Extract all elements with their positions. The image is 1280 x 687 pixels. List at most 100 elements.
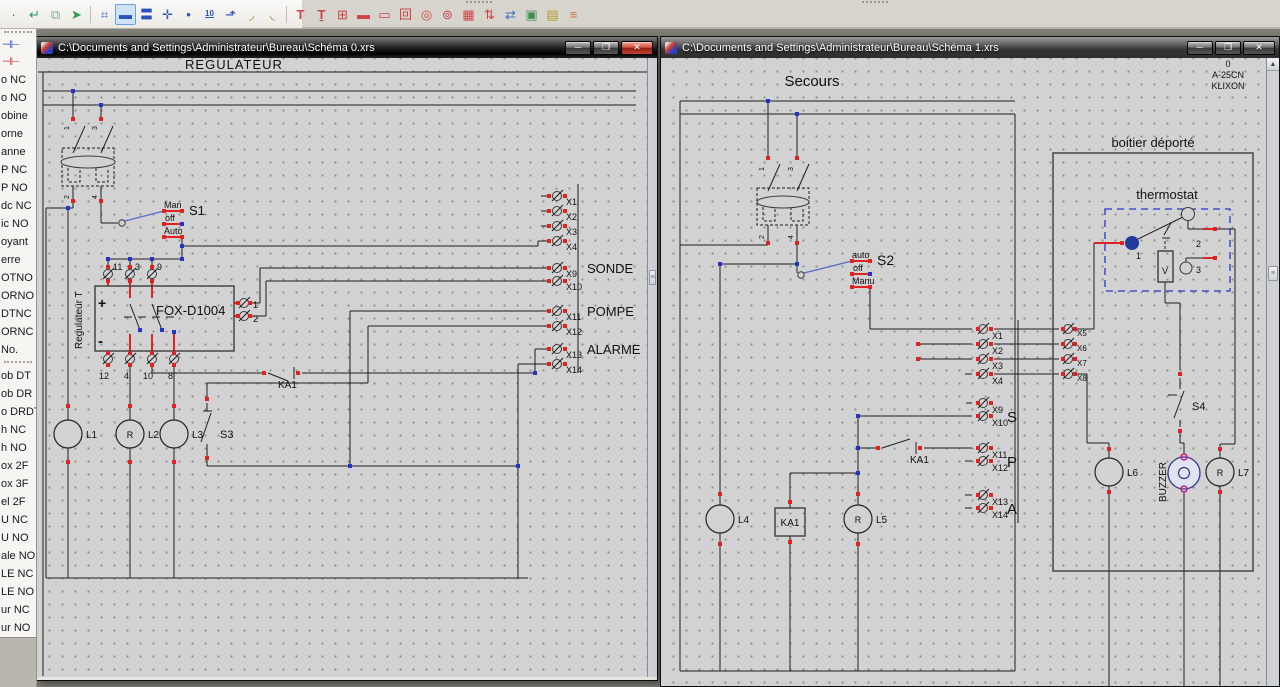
palette-item[interactable]: ob DR	[0, 385, 36, 403]
bar-tool-icon[interactable]: ▬	[353, 4, 374, 25]
circle-tool-icon[interactable]: ◎	[416, 4, 437, 25]
terminal-label-x13[interactable]: X13	[566, 350, 582, 360]
schematic-canvas-0[interactable]: REGULATEUR 1 3 2 4 Man off Auto S1 Regul…	[38, 58, 647, 677]
terminal-label-x7[interactable]: X7	[1077, 359, 1087, 368]
minimize-button[interactable]: ─	[1187, 40, 1213, 55]
thermostat-pin3-circle[interactable]	[1179, 261, 1193, 275]
lamp-label-l3[interactable]: L3	[192, 430, 204, 441]
close-button[interactable]: ✕	[1243, 40, 1275, 55]
terminal-strip[interactable]	[551, 189, 564, 370]
close-button[interactable]: ✕	[621, 40, 653, 55]
fox-pin-11[interactable]: 11	[113, 262, 122, 272]
palette-item[interactable]: el 2F	[0, 493, 36, 511]
palette-item[interactable]: ORNO	[0, 287, 36, 305]
lamp-label-l2[interactable]: L2	[148, 430, 160, 441]
corner-ref-klixon[interactable]: KLIXON	[1211, 81, 1244, 91]
return-arrow-icon[interactable]: ↵	[24, 4, 45, 25]
terminal-label-x8[interactable]: X8	[1077, 374, 1087, 383]
ka1-contact-label[interactable]: KA1	[910, 455, 929, 466]
palette-item[interactable]: ur NC	[0, 601, 36, 619]
titlebar-schema-0[interactable]: C:\Documents and Settings\Administrateur…	[37, 37, 657, 58]
paste-arrow-icon[interactable]: ➤	[66, 4, 87, 25]
terminal-label-x1[interactable]: X1	[992, 331, 1003, 341]
titlebar-schema-1[interactable]: C:\Documents and Settings\Administrateur…	[661, 37, 1279, 58]
minimize-button[interactable]: ─	[565, 40, 591, 55]
nested-rect-tool-icon[interactable]: 回	[395, 4, 416, 25]
ka1-contact-label[interactable]: KA1	[278, 380, 297, 391]
arc-down-tool-icon[interactable]: ◞	[241, 4, 262, 25]
cross-tool-icon[interactable]: ✛	[157, 4, 178, 25]
s1-auto-label[interactable]: Auto	[164, 226, 183, 236]
palette-item[interactable]: ale NO	[0, 547, 36, 565]
s2-auto-label[interactable]: auto	[852, 250, 870, 260]
schematic-title[interactable]: REGULATEUR	[185, 58, 283, 72]
corner-ref-0[interactable]: 0	[1225, 59, 1230, 69]
palette-item[interactable]: oyant	[0, 233, 36, 251]
palette-item[interactable]: LE NO	[0, 583, 36, 601]
schematic-title[interactable]: Secours	[784, 73, 839, 90]
terminal-label-x14[interactable]: X14	[992, 510, 1008, 520]
rect-tool-icon[interactable]: ▭	[374, 4, 395, 25]
regulator-side-label[interactable]: Regulateur T	[74, 291, 85, 349]
terminal-label-x3[interactable]: X3	[566, 227, 577, 237]
fox-pin-10[interactable]: 10	[143, 371, 153, 381]
palette-item[interactable]: erre	[0, 251, 36, 269]
output-label-sonde[interactable]: SONDE	[587, 261, 634, 276]
text-tool-icon[interactable]: T	[290, 4, 311, 25]
thermostat-pin1-dot[interactable]	[1125, 236, 1139, 250]
breaker-pin-1[interactable]: 1	[64, 126, 71, 130]
fox-d1004-box[interactable]	[94, 285, 235, 352]
terminal-label-x9[interactable]: X9	[566, 269, 577, 279]
ka1-coil-label[interactable]: KA1	[781, 518, 800, 529]
terminal-label-x11[interactable]: X11	[992, 450, 1007, 460]
palette-item[interactable]: ob DT	[0, 367, 36, 385]
thermostat-pin3-label[interactable]: 3	[1196, 265, 1201, 275]
s2-label[interactable]: S2	[877, 252, 894, 268]
terminal-label-x10[interactable]: X10	[992, 418, 1008, 428]
fox-pin-3[interactable]: 3	[135, 262, 140, 272]
lamp-label-l6[interactable]: L6	[1127, 468, 1139, 479]
schematic-canvas-1[interactable]: Secours 0 A-25CN KLIXON 1 3 2 4 auto off…	[662, 58, 1266, 686]
s1-label[interactable]: S1	[189, 203, 205, 218]
grid-tool-icon[interactable]: ▦	[458, 4, 479, 25]
dimension-tool-icon[interactable]: 10	[199, 4, 220, 25]
image2-tool-icon[interactable]: ▤	[542, 4, 563, 25]
s2-manu-label[interactable]: Manu	[852, 276, 875, 286]
fox-pin-r1[interactable]: 1	[253, 300, 258, 310]
buzzer-label[interactable]: BUZZER	[1158, 462, 1169, 502]
lamp-l6[interactable]	[1094, 457, 1124, 487]
fox-pin-4[interactable]: 4	[124, 371, 129, 381]
palette-item[interactable]: U NO	[0, 529, 36, 547]
palette-item[interactable]: anne	[0, 143, 36, 161]
palette-item[interactable]: ur NO	[0, 619, 36, 637]
thermostat-dashed-box[interactable]	[1104, 208, 1231, 292]
palette-item[interactable]: ic NO	[0, 215, 36, 233]
output-letter-a[interactable]: A	[1007, 501, 1017, 518]
toolbar-grip[interactable]	[862, 1, 888, 5]
image-tool-icon[interactable]: ▣	[521, 4, 542, 25]
thermostat-pin1-label[interactable]: 1	[1136, 251, 1141, 261]
thermostat-pin2-label[interactable]: 2	[1196, 239, 1201, 249]
scrollbar-thumb[interactable]: ≡	[649, 270, 656, 285]
breaker-pin-3[interactable]: 3	[788, 167, 795, 171]
maximize-button[interactable]: ❐	[1215, 40, 1241, 55]
text-cursor-tool-icon[interactable]: Ṯ	[311, 4, 332, 25]
output-label-pompe[interactable]: POMPE	[587, 304, 634, 319]
s2-pivot[interactable]	[797, 271, 805, 279]
terminal-label-x4[interactable]: X4	[992, 376, 1003, 386]
thermostat-label[interactable]: thermostat	[1136, 187, 1198, 202]
palette-item[interactable]: DTNC	[0, 305, 36, 323]
terminal-label-x5[interactable]: X5	[1077, 329, 1087, 338]
corner-arrow-tool-icon[interactable]: ⬏	[220, 4, 241, 25]
s1-man-label[interactable]: Man	[164, 200, 182, 210]
s1-lever[interactable]	[124, 210, 165, 222]
terminal-strip-col2[interactable]	[1062, 322, 1075, 380]
s4-label[interactable]: S4	[1192, 401, 1205, 413]
lines-tool-icon[interactable]: ≡	[563, 4, 584, 25]
terminal-label-x1[interactable]: X1	[566, 197, 577, 207]
vertical-arrows-tool-icon[interactable]: ⇅	[479, 4, 500, 25]
palette-item[interactable]: P NO	[0, 179, 36, 197]
horizontal-arrows-tool-icon[interactable]: ⇄	[500, 4, 521, 25]
point-tool-icon[interactable]: •	[178, 4, 199, 25]
lamp-l4[interactable]	[705, 504, 735, 534]
